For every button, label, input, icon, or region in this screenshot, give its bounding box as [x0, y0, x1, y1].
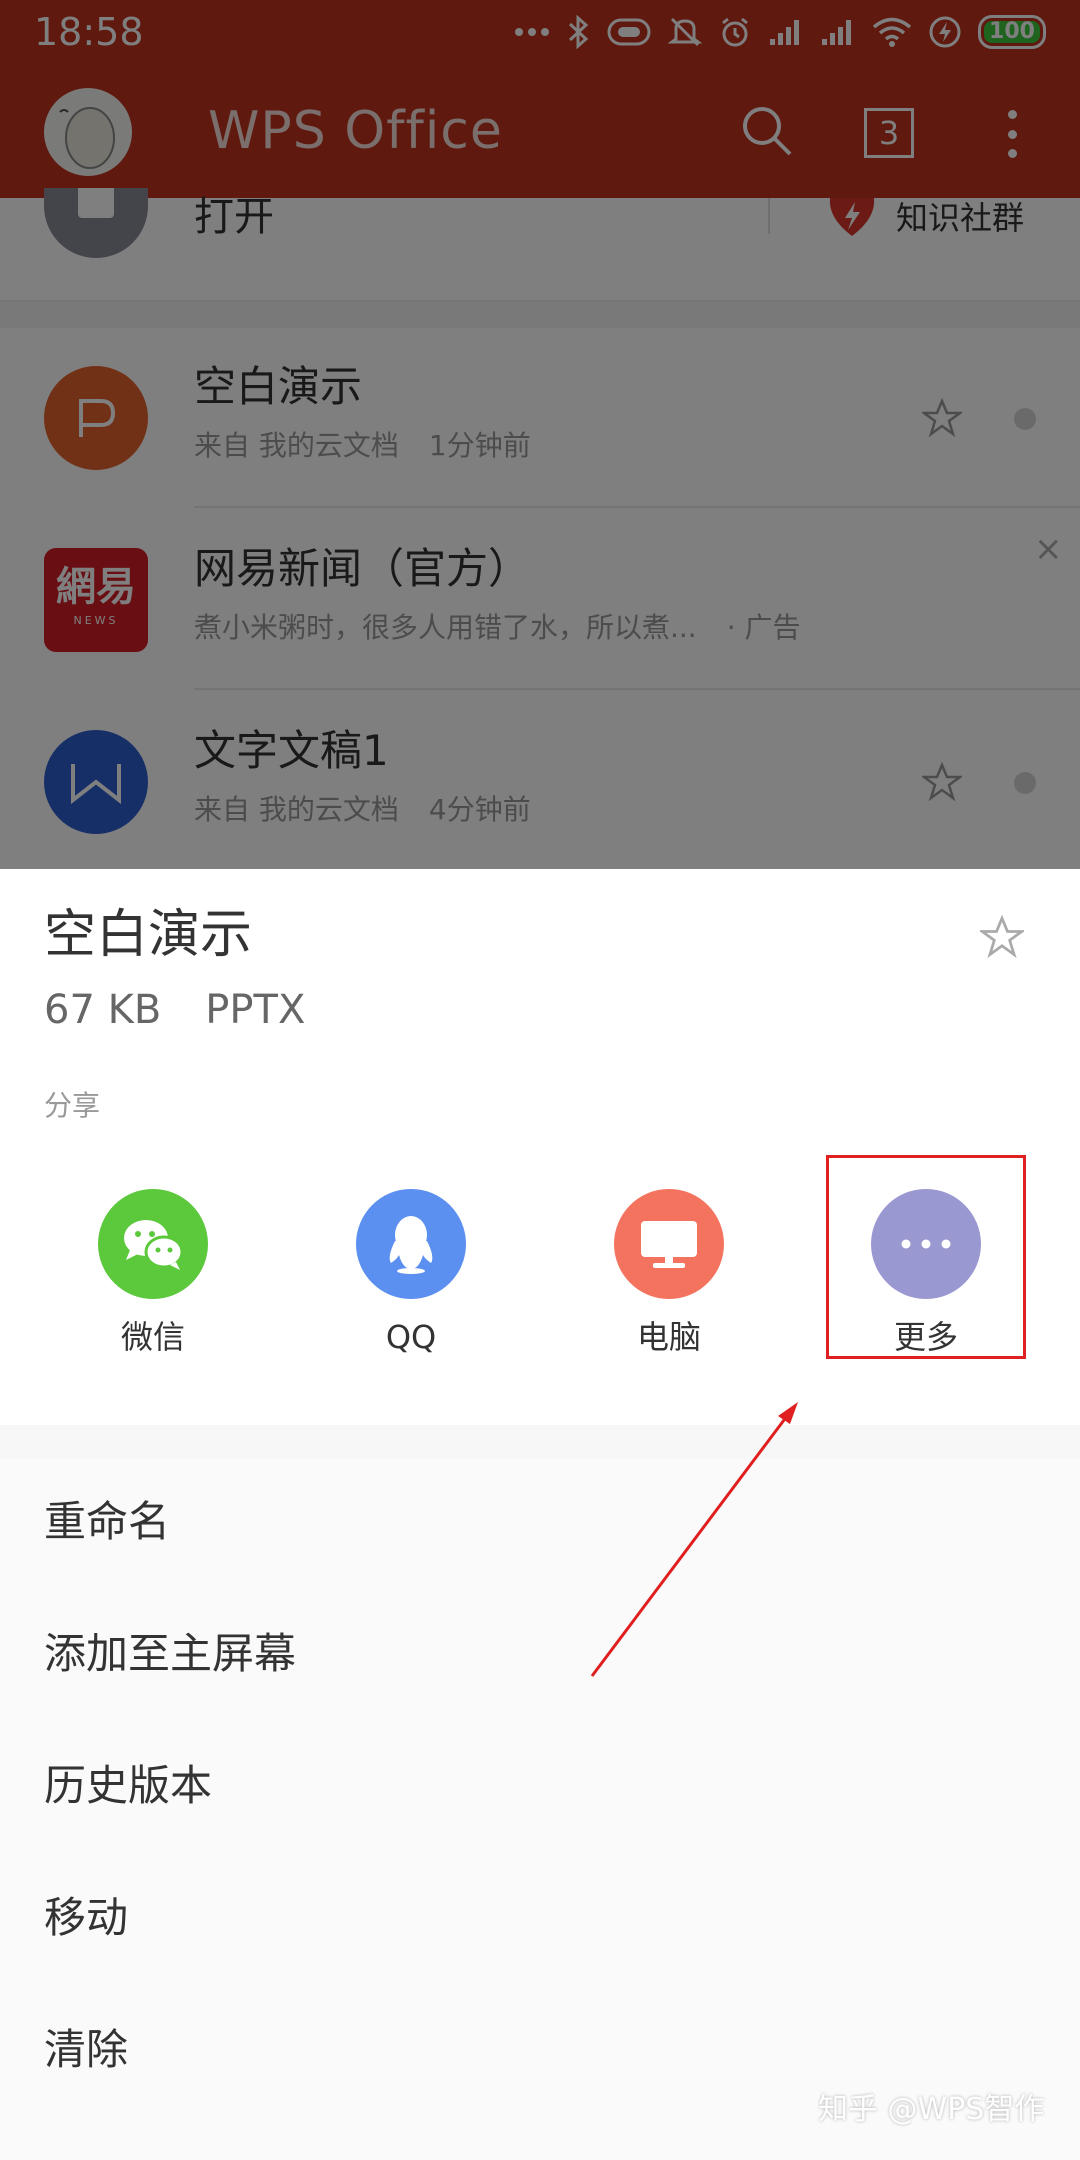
share-label: 电脑: [636, 1318, 701, 1356]
computer-icon: [614, 1189, 724, 1299]
share-qq-button[interactable]: QQ: [301, 1189, 521, 1369]
share-section-label: 分享: [44, 1089, 101, 1122]
menu-item-history[interactable]: 历史版本: [0, 1723, 1080, 1843]
share-computer-button[interactable]: 电脑: [559, 1189, 779, 1369]
wechat-icon: [98, 1189, 208, 1299]
menu-item-label: 添加至主屏幕: [44, 1629, 297, 1678]
background-app: 18:58 100 WPS Office 3 打开 知识社群: [0, 0, 1080, 869]
qq-icon: [356, 1189, 466, 1299]
file-size: 67 KB: [44, 987, 162, 1033]
sheet-title: 空白演示: [44, 905, 253, 965]
menu-item-rename[interactable]: 重命名: [0, 1459, 1080, 1579]
watermark: 知乎 @WPS智作: [818, 2092, 1045, 2127]
file-info: 67 KB PPTX: [44, 985, 305, 1035]
menu-item-add-to-home[interactable]: 添加至主屏幕: [0, 1591, 1080, 1711]
dim-overlay[interactable]: [0, 0, 1080, 869]
section-gap: [0, 1425, 1080, 1459]
menu-item-move[interactable]: 移动: [0, 1855, 1080, 1975]
annotation-highlight-box: [826, 1155, 1026, 1359]
star-icon[interactable]: [980, 915, 1024, 959]
file-menu: 重命名 添加至主屏幕 历史版本 移动 清除: [0, 1459, 1080, 2160]
menu-item-label: 历史版本: [44, 1761, 213, 1810]
menu-item-label: 移动: [44, 1893, 129, 1942]
menu-item-label: 清除: [44, 2025, 129, 2074]
file-format: PPTX: [205, 987, 306, 1033]
share-label: 微信: [120, 1318, 185, 1356]
share-label: QQ: [385, 1318, 437, 1356]
file-action-sheet: 空白演示 67 KB PPTX 分享 微信 QQ 电脑 更多 重命名 添加至主屏幕…: [0, 869, 1080, 2160]
menu-item-clear[interactable]: 清除: [0, 1987, 1080, 2107]
menu-item-label: 重命名: [44, 1497, 171, 1546]
share-wechat-button[interactable]: 微信: [43, 1189, 263, 1369]
